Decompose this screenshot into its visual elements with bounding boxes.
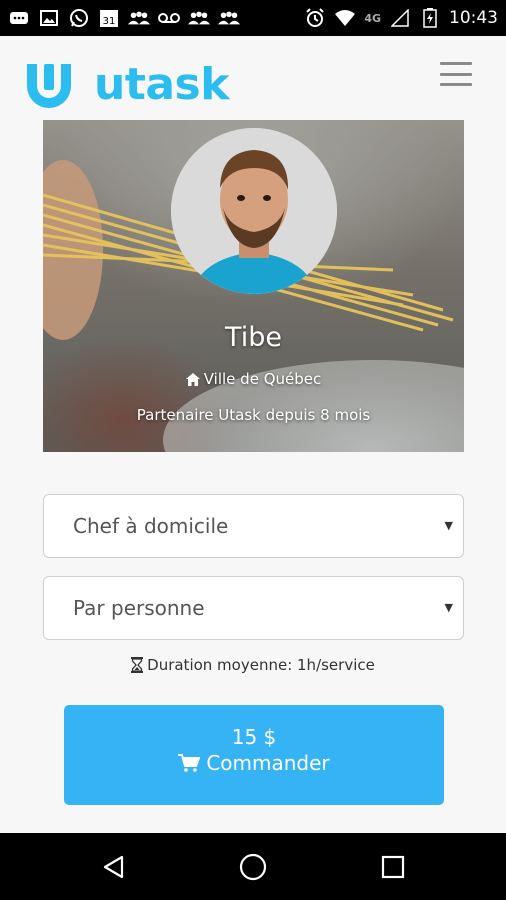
location-text: Ville de Québec <box>203 370 322 388</box>
image-icon <box>38 9 60 27</box>
wifi-icon <box>334 9 356 27</box>
hamburger-menu-button[interactable] <box>440 62 472 86</box>
hamburger-icon-line <box>440 62 472 65</box>
profile-location: Ville de Québec <box>43 370 464 388</box>
pricing-select[interactable]: Par personne ▼ <box>43 576 464 640</box>
logo-text: utask <box>94 59 230 110</box>
recents-icon <box>381 855 405 879</box>
calendar-icon: 31 <box>98 9 120 27</box>
group-icon <box>218 9 240 27</box>
chevron-down-icon: ▼ <box>444 601 453 614</box>
calendar-day: 31 <box>103 16 116 27</box>
order-button[interactable]: 15 $ Commander <box>64 705 444 805</box>
home-button[interactable] <box>237 851 269 883</box>
voicemail-icon <box>158 9 180 27</box>
system-nav-bar <box>0 833 506 900</box>
alarm-icon <box>304 8 326 27</box>
partner-since: Partenaire Utask depuis 8 mois <box>136 406 371 424</box>
battery-icon <box>419 8 441 28</box>
service-select[interactable]: Chef à domicile ▼ <box>43 494 464 558</box>
avatar <box>171 128 337 294</box>
whatsapp-icon <box>68 9 90 27</box>
order-label-row: Commander <box>64 751 444 775</box>
home-icon <box>185 372 200 386</box>
back-button[interactable] <box>97 851 129 883</box>
clock: 10:43 <box>449 8 498 28</box>
duration-info: Duration moyenne: 1h/service <box>0 656 506 674</box>
back-icon <box>103 855 124 879</box>
duration-text: Duration moyenne: 1h/service <box>147 656 375 674</box>
status-bar: 31 4G 10:43 <box>0 0 506 36</box>
network-type: 4G <box>364 11 381 25</box>
utask-logo-icon <box>27 64 71 108</box>
hamburger-icon-line <box>440 83 472 86</box>
group-icon <box>188 9 210 27</box>
message-icon <box>8 9 30 27</box>
pricing-select-value: Par personne <box>73 596 205 620</box>
hamburger-icon-line <box>440 72 472 76</box>
hourglass-icon <box>131 657 144 673</box>
recents-button[interactable] <box>377 851 409 883</box>
order-price: 15 $ <box>231 725 277 749</box>
app-header: utask <box>0 36 506 120</box>
service-select-value: Chef à domicile <box>73 514 229 538</box>
signal-icon <box>389 9 411 27</box>
profile-name: Tibe <box>225 322 282 353</box>
chevron-down-icon: ▼ <box>444 519 453 532</box>
profile-hero: Tibe Ville de Québec Partenaire Utask de… <box>43 120 464 452</box>
order-label: Commander <box>206 751 330 775</box>
cart-icon <box>178 754 201 772</box>
home-circle-icon <box>239 853 267 881</box>
logo[interactable]: utask <box>22 58 230 112</box>
group-icon <box>128 9 150 27</box>
